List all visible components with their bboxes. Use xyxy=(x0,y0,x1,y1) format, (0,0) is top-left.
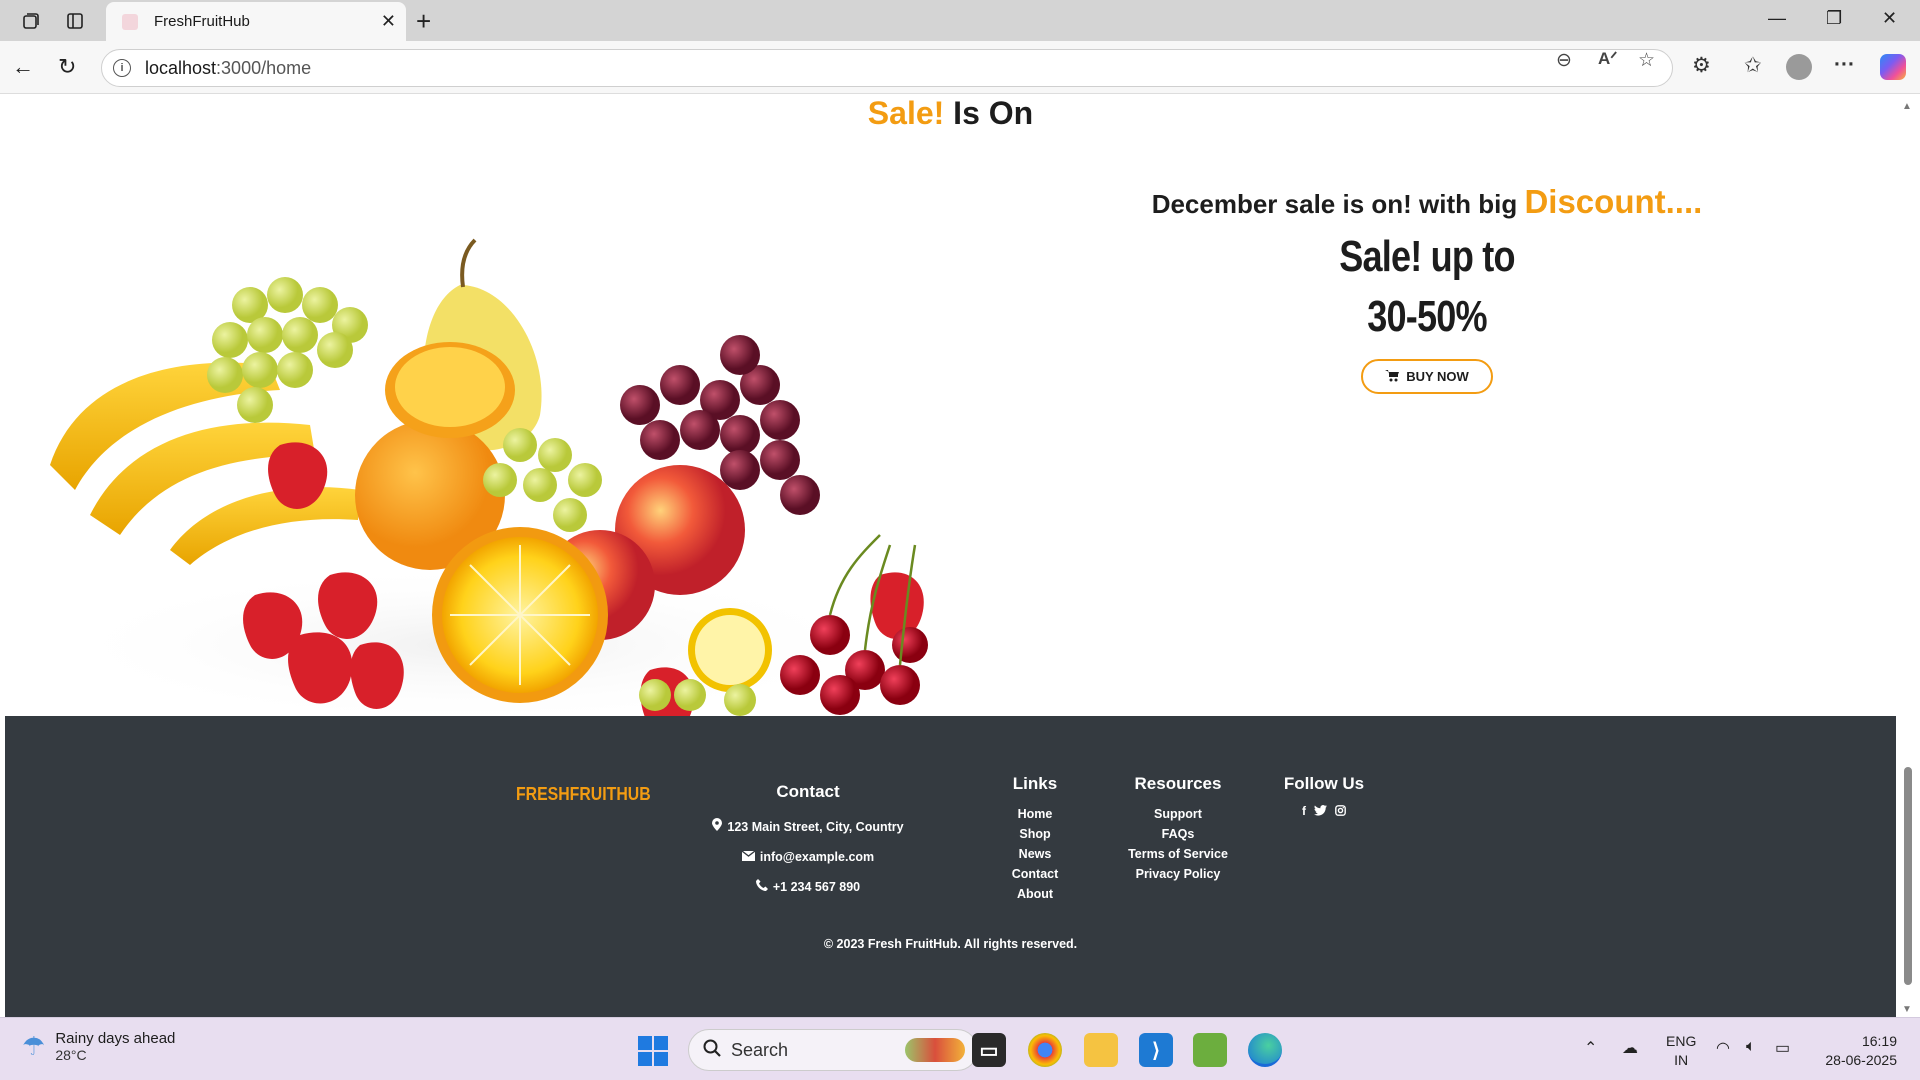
discount-accent: Discount.... xyxy=(1524,183,1703,220)
footer-link-contact[interactable]: Contact xyxy=(990,864,1080,884)
map-pin-icon xyxy=(712,812,723,842)
contact-phone[interactable]: +1 234 567 890 xyxy=(693,872,923,902)
minimize-icon[interactable]: — xyxy=(1768,8,1786,29)
twitter-icon[interactable] xyxy=(1314,804,1327,819)
chrome-icon[interactable] xyxy=(1028,1033,1062,1067)
footer-contact: Contact 123 Main Street, City, Country i… xyxy=(693,782,923,902)
weather-temp: 28°C xyxy=(55,1047,87,1063)
resources-heading: Resources xyxy=(1134,774,1222,793)
favicon-icon xyxy=(122,13,138,30)
footer-link-terms[interactable]: Terms of Service xyxy=(1113,844,1243,864)
search-icon xyxy=(703,1039,721,1062)
url-text: localhost:3000/home xyxy=(145,57,312,78)
contact-address: 123 Main Street, City, Country xyxy=(693,812,923,842)
url-input[interactable]: i localhost:3000/home xyxy=(101,49,1673,87)
windows-taskbar: ☂ Rainy days ahead 28°C Search ▭ ⟩ ⌃ ☁ E… xyxy=(0,1017,1920,1080)
phone-icon xyxy=(755,872,768,902)
start-button[interactable] xyxy=(638,1036,668,1066)
instagram-icon[interactable] xyxy=(1335,804,1346,819)
onedrive-icon[interactable]: ☁ xyxy=(1622,1038,1638,1058)
promo-big-line-1: Sale! up to xyxy=(1339,232,1515,281)
favorite-star-icon[interactable]: ☆ xyxy=(1638,49,1655,72)
workspaces-icon[interactable] xyxy=(18,8,44,34)
show-hidden-icons-chevron-icon[interactable]: ⌃ xyxy=(1584,1038,1597,1058)
promo-big-line-2: 30-50% xyxy=(1367,292,1487,341)
sale-heading: Sale! Is On xyxy=(867,95,1034,131)
zoom-out-icon[interactable]: ⊖ xyxy=(1556,49,1572,72)
follow-heading: Follow Us xyxy=(1283,774,1365,793)
close-tab-icon[interactable]: ✕ xyxy=(381,11,396,32)
promo-block: December sale is on! with big Discount..… xyxy=(1095,183,1759,394)
edge-icon[interactable] xyxy=(1248,1033,1282,1067)
footer-link-shop[interactable]: Shop xyxy=(990,824,1080,844)
footer-link-news[interactable]: News xyxy=(990,844,1080,864)
favorites-icon[interactable]: ✩ xyxy=(1744,53,1762,78)
footer-link-support[interactable]: Support xyxy=(1113,804,1243,824)
browser-tab-bar: FreshFruitHub ✕ + — ❐ ✕ xyxy=(0,0,1920,41)
social-icons: f xyxy=(1279,804,1369,819)
wifi-icon[interactable]: ◠ xyxy=(1716,1038,1730,1058)
vertical-tabs-icon[interactable] xyxy=(62,8,88,34)
fruit-illustration xyxy=(50,238,928,734)
footer-follow: Follow Us f xyxy=(1279,774,1369,819)
footer-links: Links Home Shop News Contact About xyxy=(990,774,1080,904)
language-indicator[interactable]: ENG IN xyxy=(1666,1032,1696,1070)
task-view-icon[interactable]: ▭ xyxy=(972,1033,1006,1067)
read-aloud-icon[interactable]: Aᐟ xyxy=(1598,49,1617,69)
system-clock[interactable]: 16:19 28-06-2025 xyxy=(1815,1032,1897,1070)
copyright-text: © 2023 Fresh FruitHub. All rights reserv… xyxy=(823,937,1078,951)
page-scrollbar[interactable]: ▲ ▼ xyxy=(1896,95,1920,1017)
footer-resources: Resources Support FAQs Terms of Service … xyxy=(1113,774,1243,884)
umbrella-rain-icon: ☂ xyxy=(22,1031,46,1061)
weather-widget[interactable]: ☂ Rainy days ahead 28°C xyxy=(22,1030,175,1063)
paint-icon[interactable] xyxy=(1193,1033,1227,1067)
active-tab[interactable]: FreshFruitHub ✕ xyxy=(106,2,406,41)
file-explorer-icon[interactable] xyxy=(1084,1033,1118,1067)
window-close-icon[interactable]: ✕ xyxy=(1882,8,1897,29)
weather-title: Rainy days ahead xyxy=(55,1030,176,1047)
tab-title: FreshFruitHub xyxy=(154,13,250,30)
search-highlight-icon xyxy=(905,1038,965,1062)
copilot-icon[interactable] xyxy=(1880,54,1906,80)
volume-icon[interactable]: 🔈︎ xyxy=(1746,1038,1756,1056)
contact-heading: Contact xyxy=(776,782,840,801)
extensions-icon[interactable]: ⚙ xyxy=(1692,53,1711,78)
links-heading: Links xyxy=(1012,774,1058,793)
footer-link-faqs[interactable]: FAQs xyxy=(1113,824,1243,844)
restore-icon[interactable]: ❐ xyxy=(1826,8,1842,29)
clock-time: 16:19 xyxy=(1861,1033,1897,1049)
profile-avatar[interactable] xyxy=(1786,54,1812,80)
search-placeholder: Search xyxy=(731,1039,789,1060)
scroll-down-icon[interactable]: ▼ xyxy=(1902,1004,1912,1015)
taskbar-search[interactable]: Search xyxy=(688,1029,978,1071)
footer-link-privacy[interactable]: Privacy Policy xyxy=(1113,864,1243,884)
footer-link-about[interactable]: About xyxy=(990,884,1080,904)
contact-email[interactable]: info@example.com xyxy=(693,842,923,872)
envelope-icon xyxy=(741,842,756,872)
site-info-icon[interactable]: i xyxy=(113,59,131,77)
scrollbar-thumb[interactable] xyxy=(1904,767,1912,985)
cart-icon xyxy=(1385,369,1400,385)
site-footer: FRESHFRUITHUB Contact 123 Main Street, C… xyxy=(5,716,1896,1017)
footer-brand[interactable]: FRESHFRUITHUB xyxy=(516,784,651,805)
new-tab-icon[interactable]: + xyxy=(416,6,431,37)
address-bar-row: ← ↻ i localhost:3000/home ⊖ Aᐟ ☆ ⚙ ✩ ··· xyxy=(0,41,1920,94)
more-menu-icon[interactable]: ··· xyxy=(1834,53,1855,77)
back-icon[interactable]: ← xyxy=(12,54,34,80)
footer-link-home[interactable]: Home xyxy=(990,804,1080,824)
scroll-up-icon[interactable]: ▲ xyxy=(1902,101,1912,112)
buy-now-label: BUY NOW xyxy=(1406,369,1469,384)
promo-line: December sale is on! with big Discount..… xyxy=(1151,183,1703,220)
refresh-icon[interactable]: ↻ xyxy=(58,54,76,80)
clock-date: 28-06-2025 xyxy=(1825,1052,1897,1068)
facebook-icon[interactable]: f xyxy=(1302,804,1306,819)
vscode-icon[interactable]: ⟩ xyxy=(1139,1033,1173,1067)
battery-icon[interactable]: ▭ xyxy=(1775,1038,1790,1058)
buy-now-button[interactable]: BUY NOW xyxy=(1361,359,1493,394)
page-viewport: Sale! Is On December sale is on! with bi… xyxy=(5,95,1896,1017)
